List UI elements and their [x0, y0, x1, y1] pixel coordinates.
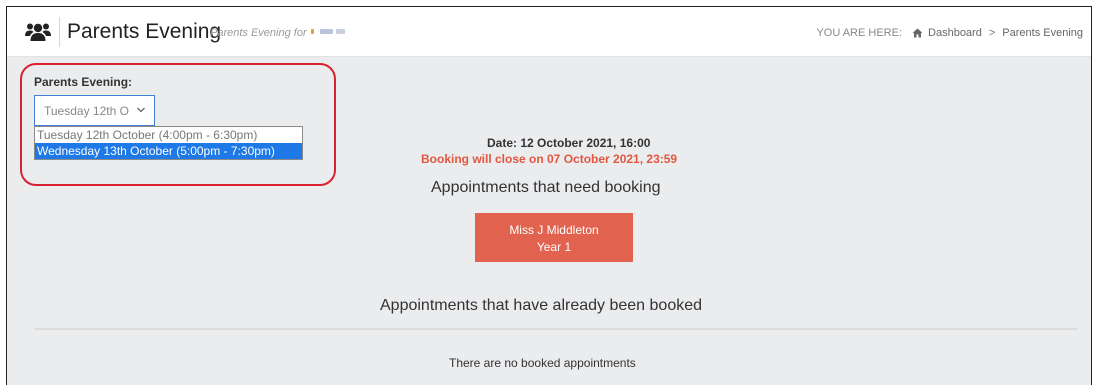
section-divider [35, 328, 1077, 330]
home-icon [912, 28, 923, 38]
need-booking-heading: Appointments that need booking [431, 179, 661, 196]
page-title: Parents Evening [67, 20, 222, 43]
redacted-name-1 [311, 29, 314, 34]
select-current-value: Tuesday 12th O [44, 104, 129, 118]
teacher-class: Year 1 [536, 240, 572, 254]
redacted-name-3 [336, 29, 345, 34]
header-divider [59, 17, 60, 47]
breadcrumb-dashboard-link[interactable]: Dashboard [928, 27, 982, 39]
booked-heading: Appointments that have already been book… [380, 297, 703, 314]
chevron-down-icon [137, 107, 145, 113]
breadcrumb-current: Parents Evening [1002, 27, 1083, 39]
session-date: Date: 12 October 2021, 16:00 [487, 136, 651, 150]
breadcrumb-separator: > [988, 27, 996, 39]
booking-close-notice: Booking will close on 07 October 2021, 2… [421, 152, 678, 166]
users-icon [25, 23, 51, 41]
page-header: Parents Evening Parents Evening for YOU … [7, 7, 1091, 57]
app-frame: Parents Evening Parents Evening for YOU … [6, 6, 1092, 385]
page-subtitle: Parents Evening for [210, 27, 307, 39]
parents-evening-select[interactable]: Tuesday 12th O [34, 95, 155, 126]
parents-evening-label: Parents Evening: [34, 75, 133, 89]
breadcrumb-you-are-here: YOU ARE HERE: [816, 27, 903, 39]
no-booked-appointments-text: There are no booked appointments [449, 356, 636, 370]
teacher-name: Miss J Middleton [509, 223, 599, 237]
redacted-name-2 [320, 29, 333, 34]
teacher-appointment-button[interactable]: Miss J Middleton Year 1 [475, 213, 633, 262]
breadcrumb: YOU ARE HERE: Dashboard > Parents Evenin… [816, 27, 1083, 39]
